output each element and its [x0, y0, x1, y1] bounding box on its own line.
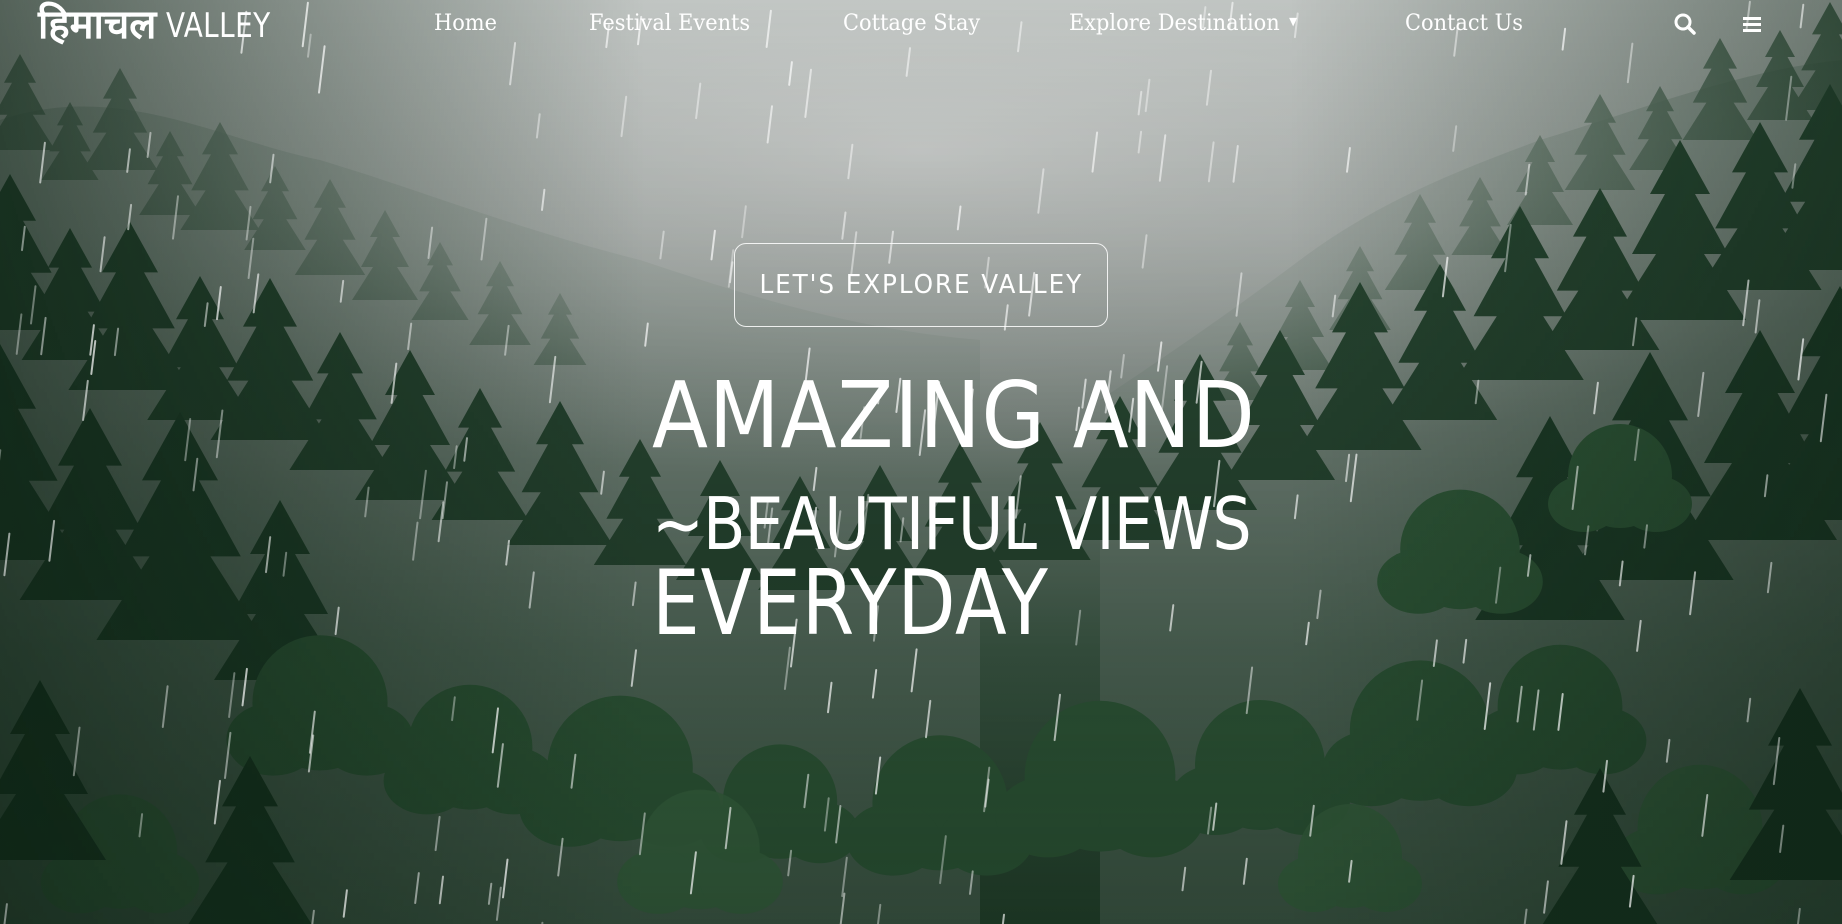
caret-down-icon: ▼ [1289, 15, 1298, 28]
top-navigation: हिमाचल VALLEY Home Festival Events Cotta… [0, 0, 1842, 48]
nav-item-explore-destination-label: Explore Destination [1069, 11, 1280, 36]
logo-latin-text: VALLEY [166, 6, 271, 46]
explore-valley-tag: LET'S EXPLORE VALLEY [734, 243, 1108, 327]
headline-line-3: EVERYDAY [652, 551, 1049, 656]
nav-item-festival-events[interactable]: Festival Events [589, 8, 750, 40]
hero-section: हिमाचल VALLEY Home Festival Events Cotta… [0, 0, 1842, 924]
logo-hindi-text: हिमाचल [38, 2, 157, 48]
nav-item-cottage-stay[interactable]: Cottage Stay [843, 8, 980, 40]
headline-line-1: AMAZING AND [652, 362, 1256, 469]
menu-icon[interactable] [1738, 10, 1766, 38]
nav-item-explore-destination[interactable]: Explore Destination ▼ [1069, 8, 1297, 40]
nav-item-home[interactable]: Home [434, 8, 497, 40]
site-logo[interactable]: हिमाचल VALLEY [38, 0, 294, 46]
nav-item-contact-us[interactable]: Contact Us [1405, 8, 1523, 40]
search-icon[interactable] [1671, 10, 1699, 38]
tagline-text: LET'S EXPLORE VALLEY [759, 270, 1083, 300]
